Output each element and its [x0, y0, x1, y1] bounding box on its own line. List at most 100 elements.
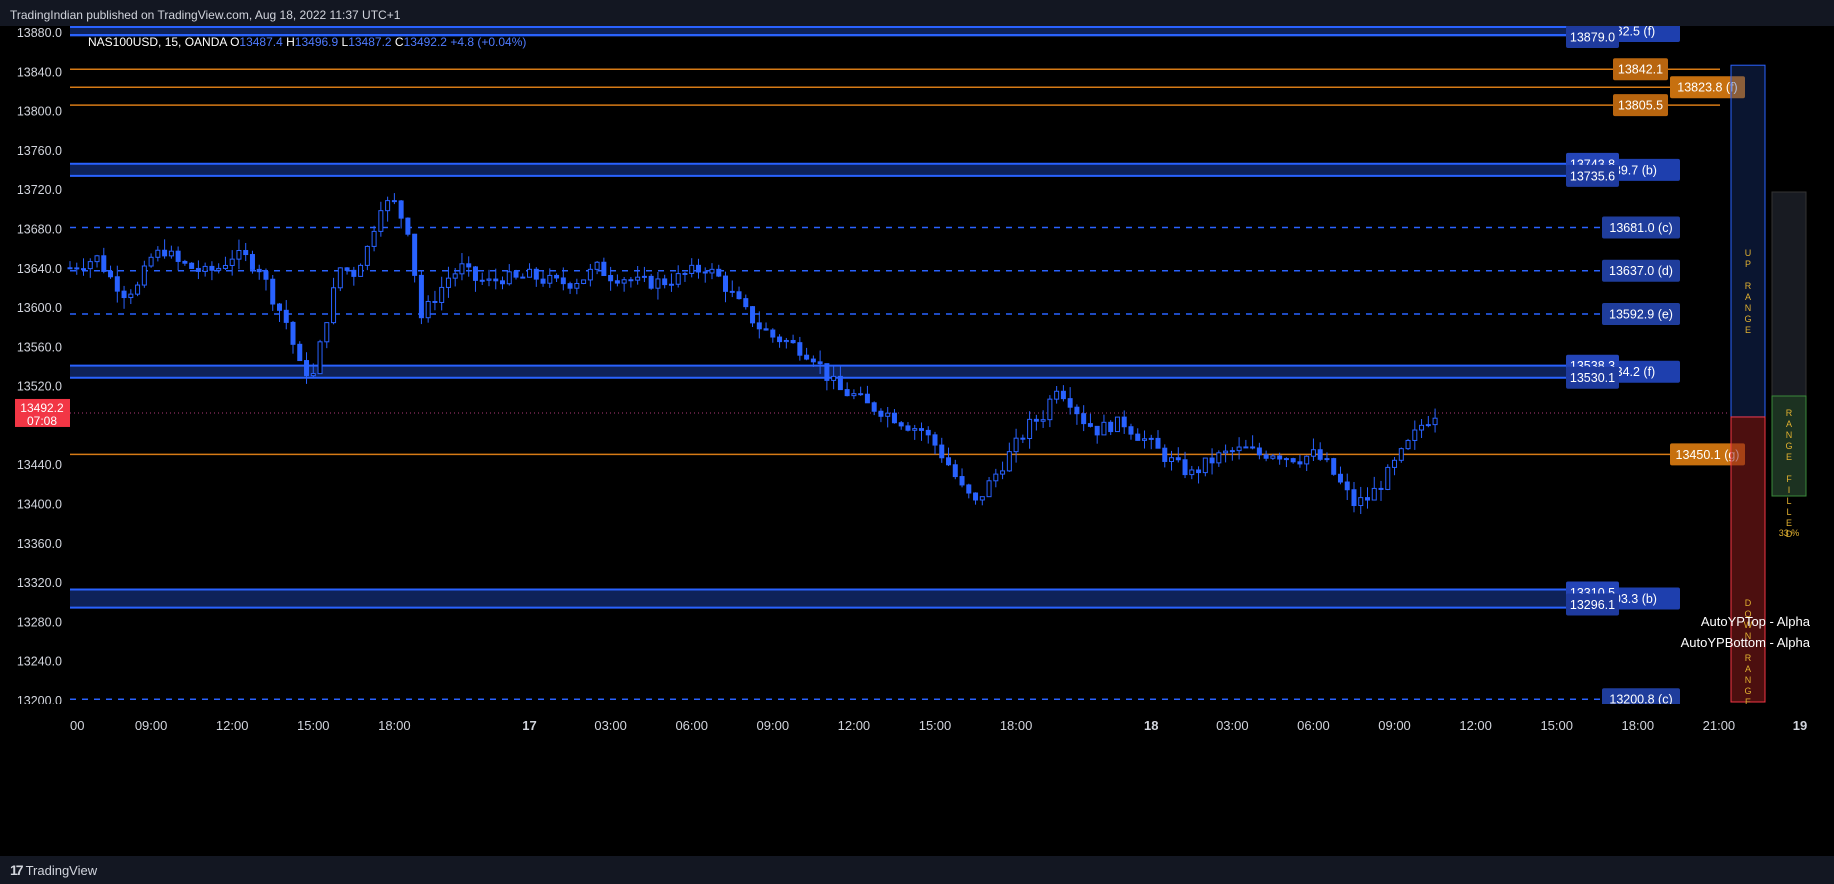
candle-body — [837, 375, 843, 391]
candle-body — [966, 484, 972, 494]
candle-body — [1169, 457, 1175, 462]
candle-body — [263, 271, 269, 280]
candle-body — [824, 363, 830, 381]
candle-body — [925, 429, 931, 436]
candle-body — [337, 267, 343, 289]
candle-body — [614, 280, 620, 284]
price-chart[interactable]: 13880.0 13840.0 13800.0 13760.0 13720.0 13680… — [0, 26, 1834, 856]
candle-body — [209, 265, 215, 271]
level-orange-tag-text: 13805.5 — [1618, 99, 1663, 113]
candle-body — [1371, 487, 1377, 501]
candle-body — [648, 275, 654, 289]
candle-body — [1236, 446, 1242, 452]
candle-body — [1202, 457, 1208, 474]
candle-body — [1304, 455, 1310, 465]
candle-body — [87, 261, 93, 270]
candle-body — [283, 309, 289, 323]
chart-frame[interactable]: 13880.0 13840.0 13800.0 13760.0 13720.0 13680… — [0, 26, 1834, 856]
candle-body — [1412, 429, 1418, 441]
candle-body — [628, 279, 634, 282]
x-tick-label: 12:00 — [838, 718, 871, 733]
level-lower-tag: 13296.1 — [1566, 593, 1619, 616]
candle-body — [1182, 459, 1188, 476]
y-tick-label: 13320.0 — [17, 576, 62, 590]
candle-body — [1317, 449, 1323, 460]
candle-body — [682, 272, 688, 275]
candle-body — [114, 276, 120, 292]
candle-body — [635, 276, 641, 281]
candle-body — [1351, 489, 1357, 507]
level-band — [70, 589, 1590, 608]
up-range-label: N — [1745, 303, 1752, 313]
y-tick-label: 13760.0 — [17, 144, 62, 158]
candle-body — [358, 264, 364, 277]
candle-body — [621, 279, 627, 284]
candle-body — [695, 264, 701, 273]
indicator-legend-item: AutoYPTop - Alpha — [1701, 614, 1811, 629]
symbol-info-part: 13487.4 — [239, 35, 286, 49]
candle-body — [1392, 459, 1398, 468]
candle-body — [918, 428, 924, 431]
candle-body — [513, 271, 519, 278]
x-tick-label: 15:00 — [1540, 718, 1573, 733]
candle-body — [1148, 437, 1154, 440]
candle-body — [412, 233, 418, 276]
y-tick-label: 13560.0 — [17, 340, 62, 354]
candle-body — [993, 473, 999, 482]
candle-body — [1000, 470, 1006, 475]
candle-body — [506, 271, 512, 285]
level-dashed-tag-text: 13637.0 (d) — [1609, 264, 1673, 278]
candle-body — [1310, 449, 1316, 457]
candle-body — [1101, 421, 1107, 436]
candle-body — [1324, 458, 1330, 461]
candle-body — [141, 265, 147, 286]
x-tick-label: 00 — [70, 718, 84, 733]
candle-body — [175, 250, 181, 262]
candle-body — [939, 444, 945, 459]
candle-body — [797, 342, 803, 356]
price-axis-bg — [0, 26, 70, 708]
candle-body — [344, 267, 350, 271]
level-band — [70, 163, 1590, 176]
symbol-info-part: O — [230, 35, 239, 49]
candle-body — [1270, 455, 1276, 459]
range-filled-pct: 33 % — [1779, 528, 1800, 538]
candle-body — [716, 268, 722, 277]
level-orange-side-tag-text: 13450.1 (g) — [1676, 448, 1740, 462]
candle-body — [804, 354, 810, 360]
candle-body — [74, 267, 80, 270]
candle-body — [1290, 458, 1296, 463]
x-tick-label: 09:00 — [135, 718, 168, 733]
candle-body — [1074, 406, 1080, 415]
candle-body — [810, 358, 816, 363]
up-range-box[interactable] — [1730, 64, 1766, 418]
candle-body — [729, 290, 735, 293]
candle-body — [290, 321, 296, 345]
x-tick-label: 21:00 — [1703, 718, 1736, 733]
candle-body — [378, 210, 384, 232]
candle-body — [581, 279, 587, 284]
candle-body — [276, 303, 282, 311]
candle-body — [445, 277, 451, 288]
candle-body — [1047, 398, 1053, 421]
candle-body — [574, 282, 580, 289]
tradingview-logo[interactable]: 17 TradingView — [10, 862, 97, 878]
candle-body — [1189, 469, 1195, 476]
candle-body — [986, 480, 992, 498]
up-range-label: E — [1745, 325, 1751, 335]
candle-body — [479, 279, 485, 282]
candle-body — [736, 291, 742, 300]
level-lower-tag: 13879.0 — [1566, 26, 1619, 49]
candle-body — [1135, 433, 1141, 441]
candle-body — [891, 412, 897, 424]
indicator-legend-item: AutoYPBottom - Alpha — [1681, 635, 1811, 650]
candle-body — [912, 428, 918, 431]
level-orange-tag-text: 13842.1 — [1618, 63, 1663, 77]
symbol-info-part: 13496.9 — [295, 35, 342, 49]
up-range-label: G — [1744, 314, 1751, 324]
candle-body — [1108, 421, 1114, 433]
candle-body — [1081, 413, 1087, 425]
candle-body — [1344, 481, 1350, 491]
y-tick-label: 13680.0 — [17, 222, 62, 236]
x-tick-label: 09:00 — [1378, 718, 1411, 733]
